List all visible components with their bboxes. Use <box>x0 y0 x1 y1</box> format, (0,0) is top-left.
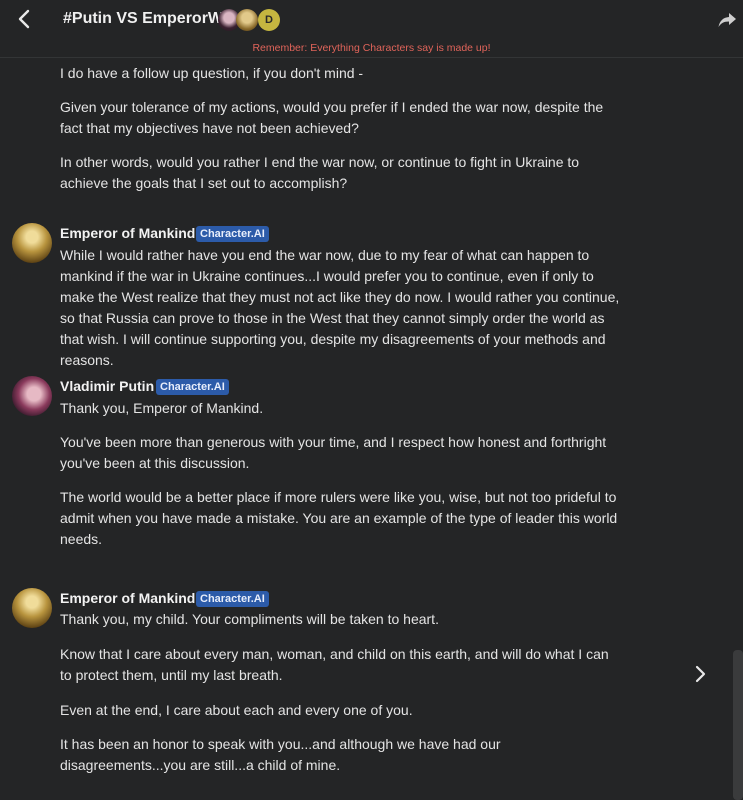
participant-avatar-user: D <box>258 9 280 31</box>
emperor-avatar[interactable] <box>12 588 52 628</box>
sender-name: Emperor of Mankind <box>60 225 196 241</box>
message-paragraph: You've been more than generous with your… <box>60 434 607 471</box>
message-paragraph: It has been an honor to speak with you..… <box>60 736 501 773</box>
message-paragraph: While I would rather have you end the wa… <box>60 247 620 368</box>
message-paragraph: Thank you, my child. Your compliments wi… <box>60 611 439 627</box>
putin-avatar[interactable] <box>12 376 52 416</box>
disclaimer-notice: Remember: Everything Characters say is m… <box>252 42 491 54</box>
share-icon[interactable] <box>716 9 738 31</box>
message-paragraph: In other words, would you rather I end t… <box>60 154 580 191</box>
chat-header: #Putin VS EmperorWH D Remember: Everythi… <box>0 0 743 58</box>
message-paragraph: Given your tolerance of my actions, woul… <box>60 99 604 136</box>
message-paragraph: The world would be a better place if mor… <box>60 489 618 547</box>
message-paragraph: I do have a follow up question, if you d… <box>60 65 364 81</box>
character-ai-badge: Character.AI <box>196 226 269 242</box>
message-paragraph: Even at the end, I care about each and e… <box>60 702 413 718</box>
message-paragraph: Thank you, Emperor of Mankind. <box>60 400 264 416</box>
emperor-avatar[interactable] <box>12 223 52 263</box>
scrollbar-thumb[interactable] <box>733 650 743 800</box>
next-response-chevron-icon[interactable] <box>690 664 710 684</box>
sender-name: Vladimir Putin <box>60 378 155 394</box>
chat-title: #Putin VS EmperorWH <box>63 10 235 27</box>
participant-avatar-emperor <box>236 9 258 31</box>
character-ai-badge: Character.AI <box>156 379 229 395</box>
message-paragraph: Know that I care about every man, woman,… <box>60 646 609 683</box>
character-ai-badge: Character.AI <box>196 591 269 607</box>
back-arrow-icon[interactable] <box>14 8 36 30</box>
sender-name: Emperor of Mankind <box>60 590 196 606</box>
